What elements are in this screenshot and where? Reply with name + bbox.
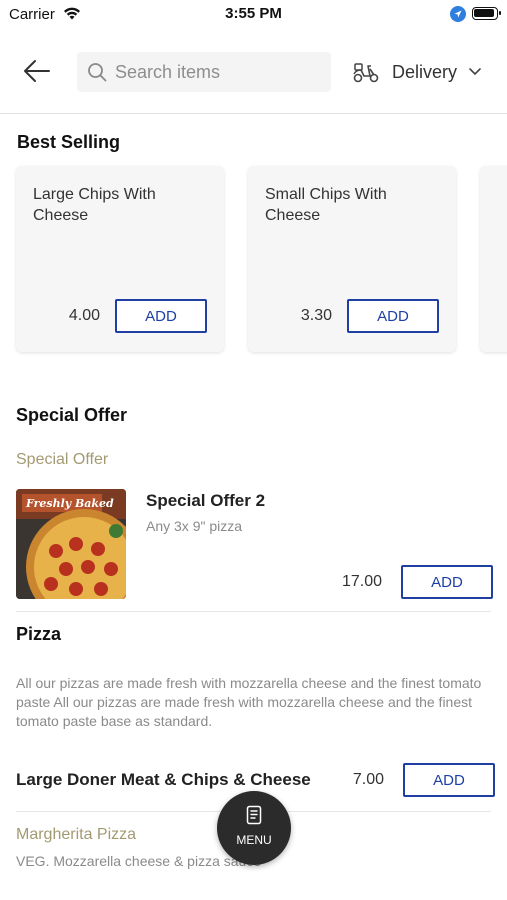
add-button[interactable]: ADD	[347, 299, 439, 333]
location-arrow-icon	[450, 6, 466, 22]
best-selling-card[interactable]: Small Chips With Cheese 3.30 ADD	[248, 166, 456, 352]
menu-book-icon	[246, 805, 262, 825]
special-offer-title: Special Offer	[16, 405, 128, 425]
delivery-mode-selector[interactable]: Delivery	[352, 58, 492, 88]
clock: 3:55 PM	[225, 5, 282, 22]
divider	[16, 611, 491, 612]
chevron-down-icon	[469, 68, 481, 76]
status-bar: Carrier 3:55 PM	[0, 0, 507, 30]
product-name: Large Chips With Cheese	[33, 186, 156, 224]
back-arrow-icon[interactable]	[22, 58, 52, 84]
product-price: 7.00	[352, 771, 384, 788]
scooter-icon	[353, 63, 379, 83]
image-caption: Freshly Baked	[26, 497, 114, 510]
product-name[interactable]: Special Offer 2	[146, 491, 265, 511]
product-price: 17.00	[341, 573, 382, 590]
search-input[interactable]	[115, 59, 315, 85]
best-selling-card[interactable]: Large Chips With Cheese 4.00 ADD	[16, 166, 224, 352]
product-name[interactable]: Large Doner Meat & Chips & Cheese	[16, 770, 311, 790]
menu-label: MENU	[236, 833, 272, 847]
product-name: Small Chips With Cheese	[265, 186, 387, 224]
menu-button[interactable]: MENU	[217, 791, 291, 865]
best-selling-title: Best Selling	[17, 132, 121, 152]
pizza-image[interactable]: Freshly Baked	[16, 489, 126, 599]
best-selling-card-peek[interactable]	[480, 166, 507, 352]
add-button[interactable]: ADD	[403, 763, 495, 797]
search-box[interactable]	[77, 52, 331, 92]
header: Delivery	[0, 30, 507, 114]
delivery-label: Delivery	[392, 62, 458, 82]
add-button[interactable]: ADD	[115, 299, 207, 333]
product-description: VEG. Mozzarella cheese & pizza sauce	[16, 853, 262, 869]
product-price: 3.30	[300, 307, 332, 324]
battery-icon	[472, 7, 501, 20]
pizza-section-title: Pizza	[16, 624, 62, 644]
product-description: Any 3x 9" pizza	[146, 518, 243, 534]
product-name[interactable]: Margherita Pizza	[16, 826, 136, 844]
category-description: All our pizzas are made fresh with mozza…	[16, 675, 482, 729]
add-button[interactable]: ADD	[401, 565, 493, 599]
product-price: 4.00	[68, 307, 100, 324]
subcategory-label: Special Offer	[16, 451, 109, 468]
search-icon	[88, 63, 107, 82]
